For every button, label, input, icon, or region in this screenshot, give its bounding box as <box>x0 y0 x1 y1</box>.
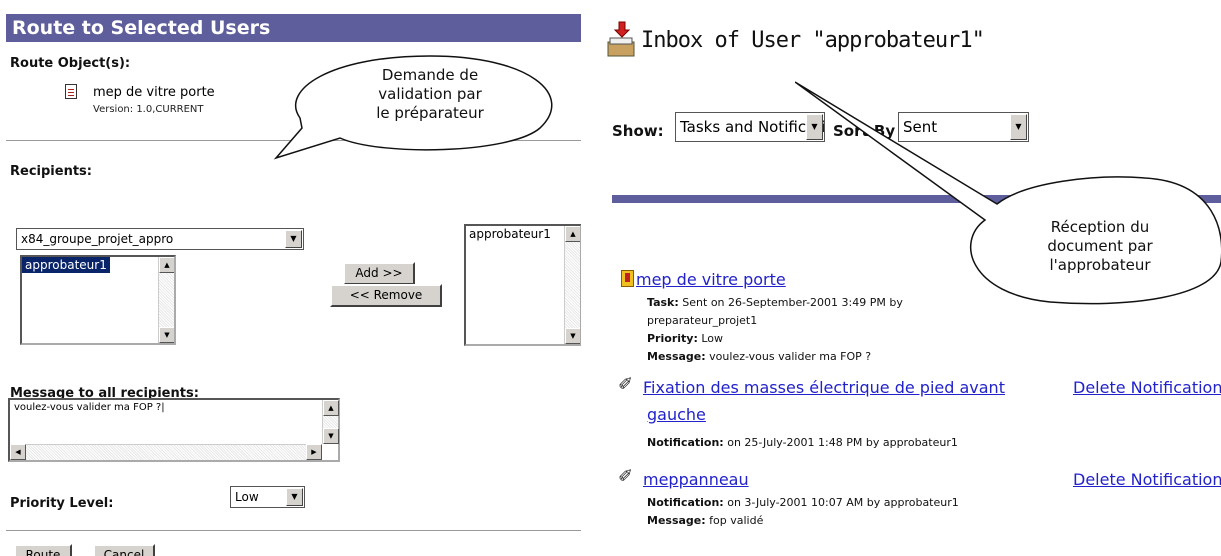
meta-label: Notification: <box>647 496 724 509</box>
list-item[interactable]: approbateur1 <box>22 257 110 273</box>
meta-value: on 25-July-2001 1:48 PM by approbateur1 <box>727 436 958 449</box>
scroll-down-icon[interactable]: ▼ <box>323 428 339 444</box>
meta-label: Task: <box>647 296 679 309</box>
inbox-item-link[interactable]: meppanneau <box>643 470 749 489</box>
route-object-version: Version: 1.0,CURRENT <box>93 104 204 115</box>
meta-label: Message: <box>647 514 706 527</box>
priority-select[interactable]: Low ▼ <box>230 486 305 508</box>
inbox-item-meta: Notification: on 25-July-2001 1:48 PM by… <box>647 436 958 449</box>
callout-line: l'approbateur <box>1049 256 1151 274</box>
route-panel-title: Route to Selected Users <box>6 14 581 42</box>
notification-pen-icon: ✐ <box>618 374 634 395</box>
meta-label: Notification: <box>647 436 724 449</box>
notification-pen-icon: ✐ <box>618 466 634 487</box>
meta-label: Priority: <box>647 332 698 345</box>
scroll-up-icon[interactable]: ▲ <box>565 226 580 242</box>
callout-request-validation: Demande de validation par le préparateur <box>270 50 570 160</box>
inbox-icon <box>607 21 635 57</box>
scroll-up-icon[interactable]: ▲ <box>323 400 339 416</box>
recipients-label: Recipients: <box>10 164 92 179</box>
callout-line: validation par <box>378 85 482 103</box>
inbox-item-meta: Message: voulez-vous valider ma FOP ? <box>647 350 871 363</box>
route-button[interactable]: Route <box>14 544 72 556</box>
task-icon <box>621 270 634 287</box>
group-select-value: x84_groupe_projet_appro <box>21 232 174 246</box>
selected-users-list[interactable]: approbateur1 ▲ ▼ <box>464 224 581 346</box>
delete-notification-link[interactable]: Delete Notification <box>1073 470 1221 489</box>
route-objects-label: Route Object(s): <box>10 56 131 71</box>
group-select[interactable]: x84_groupe_projet_appro ▼ <box>16 228 304 250</box>
delete-notification-link[interactable]: Delete Notification <box>1073 378 1221 397</box>
add-button[interactable]: Add >> <box>343 262 415 285</box>
scroll-up-icon[interactable]: ▲ <box>159 257 174 273</box>
meta-value: Low <box>701 332 724 345</box>
available-users-list[interactable]: approbateur1 ▲ ▼ <box>20 255 176 345</box>
meta-value: on 3-July-2001 10:07 AM by approbateur1 <box>727 496 959 509</box>
scroll-down-icon[interactable]: ▼ <box>565 328 580 344</box>
inbox-item-link[interactable]: gauche <box>647 405 706 424</box>
callout-line: document par <box>1047 237 1153 255</box>
dropdown-arrow-icon[interactable]: ▼ <box>286 488 303 506</box>
callout-line: Réception du <box>1050 218 1150 236</box>
cancel-button[interactable]: Cancel <box>93 544 155 556</box>
scroll-down-icon[interactable]: ▼ <box>159 327 174 343</box>
meta-label: Message: <box>647 350 706 363</box>
inbox-item-meta: Message: fop validé <box>647 514 763 527</box>
message-hscroll[interactable]: ◀ ▶ <box>10 444 322 460</box>
meta-value: fop validé <box>709 514 764 527</box>
selected-users-scrollbar[interactable]: ▲ ▼ <box>564 226 580 344</box>
callout-text: Réception du document par l'approbateur <box>1000 218 1200 275</box>
inbox-item-link[interactable]: Fixation des masses électrique de pied a… <box>643 378 1005 397</box>
inbox-item-link[interactable]: mep de vitre porte <box>636 270 786 289</box>
inbox-panel: Inbox of User "approbateur1" Show: Tasks… <box>600 0 1221 556</box>
scroll-left-icon[interactable]: ◀ <box>10 444 26 460</box>
callout-line: le préparateur <box>376 104 484 122</box>
callout-line: Demande de <box>381 66 479 84</box>
inbox-item-meta: Notification: on 3-July-2001 10:07 AM by… <box>647 496 959 509</box>
dropdown-arrow-icon[interactable]: ▼ <box>285 230 302 248</box>
show-label: Show: <box>612 122 664 140</box>
message-textarea[interactable]: voulez-vous valider ma FOP ?| ▲ ▼ ◀ ▶ <box>8 398 340 462</box>
route-object-name: mep de vitre porte <box>93 85 215 100</box>
callout-reception: Réception du document par l'approbateur <box>795 62 1221 308</box>
message-vscroll[interactable]: ▲ ▼ <box>322 400 339 444</box>
inbox-item-meta: Priority: Low <box>647 332 723 345</box>
list-item[interactable]: approbateur1 <box>466 226 554 242</box>
callout-text: Demande de validation par le préparateur <box>330 66 530 123</box>
available-users-scrollbar[interactable]: ▲ ▼ <box>158 257 174 343</box>
meta-value: voulez-vous valider ma FOP ? <box>709 350 872 363</box>
document-icon <box>65 84 77 99</box>
priority-label: Priority Level: <box>10 496 114 511</box>
scroll-right-icon[interactable]: ▶ <box>306 444 322 460</box>
divider <box>6 530 581 531</box>
message-text: voulez-vous valider ma FOP ?| <box>14 402 165 413</box>
meta-value: preparateur_projet1 <box>647 314 758 327</box>
inbox-title: Inbox of User "approbateur1" <box>641 28 985 53</box>
remove-button[interactable]: << Remove <box>330 284 442 307</box>
priority-select-value: Low <box>235 490 259 504</box>
route-panel: Route to Selected Users Route Object(s):… <box>0 0 581 556</box>
